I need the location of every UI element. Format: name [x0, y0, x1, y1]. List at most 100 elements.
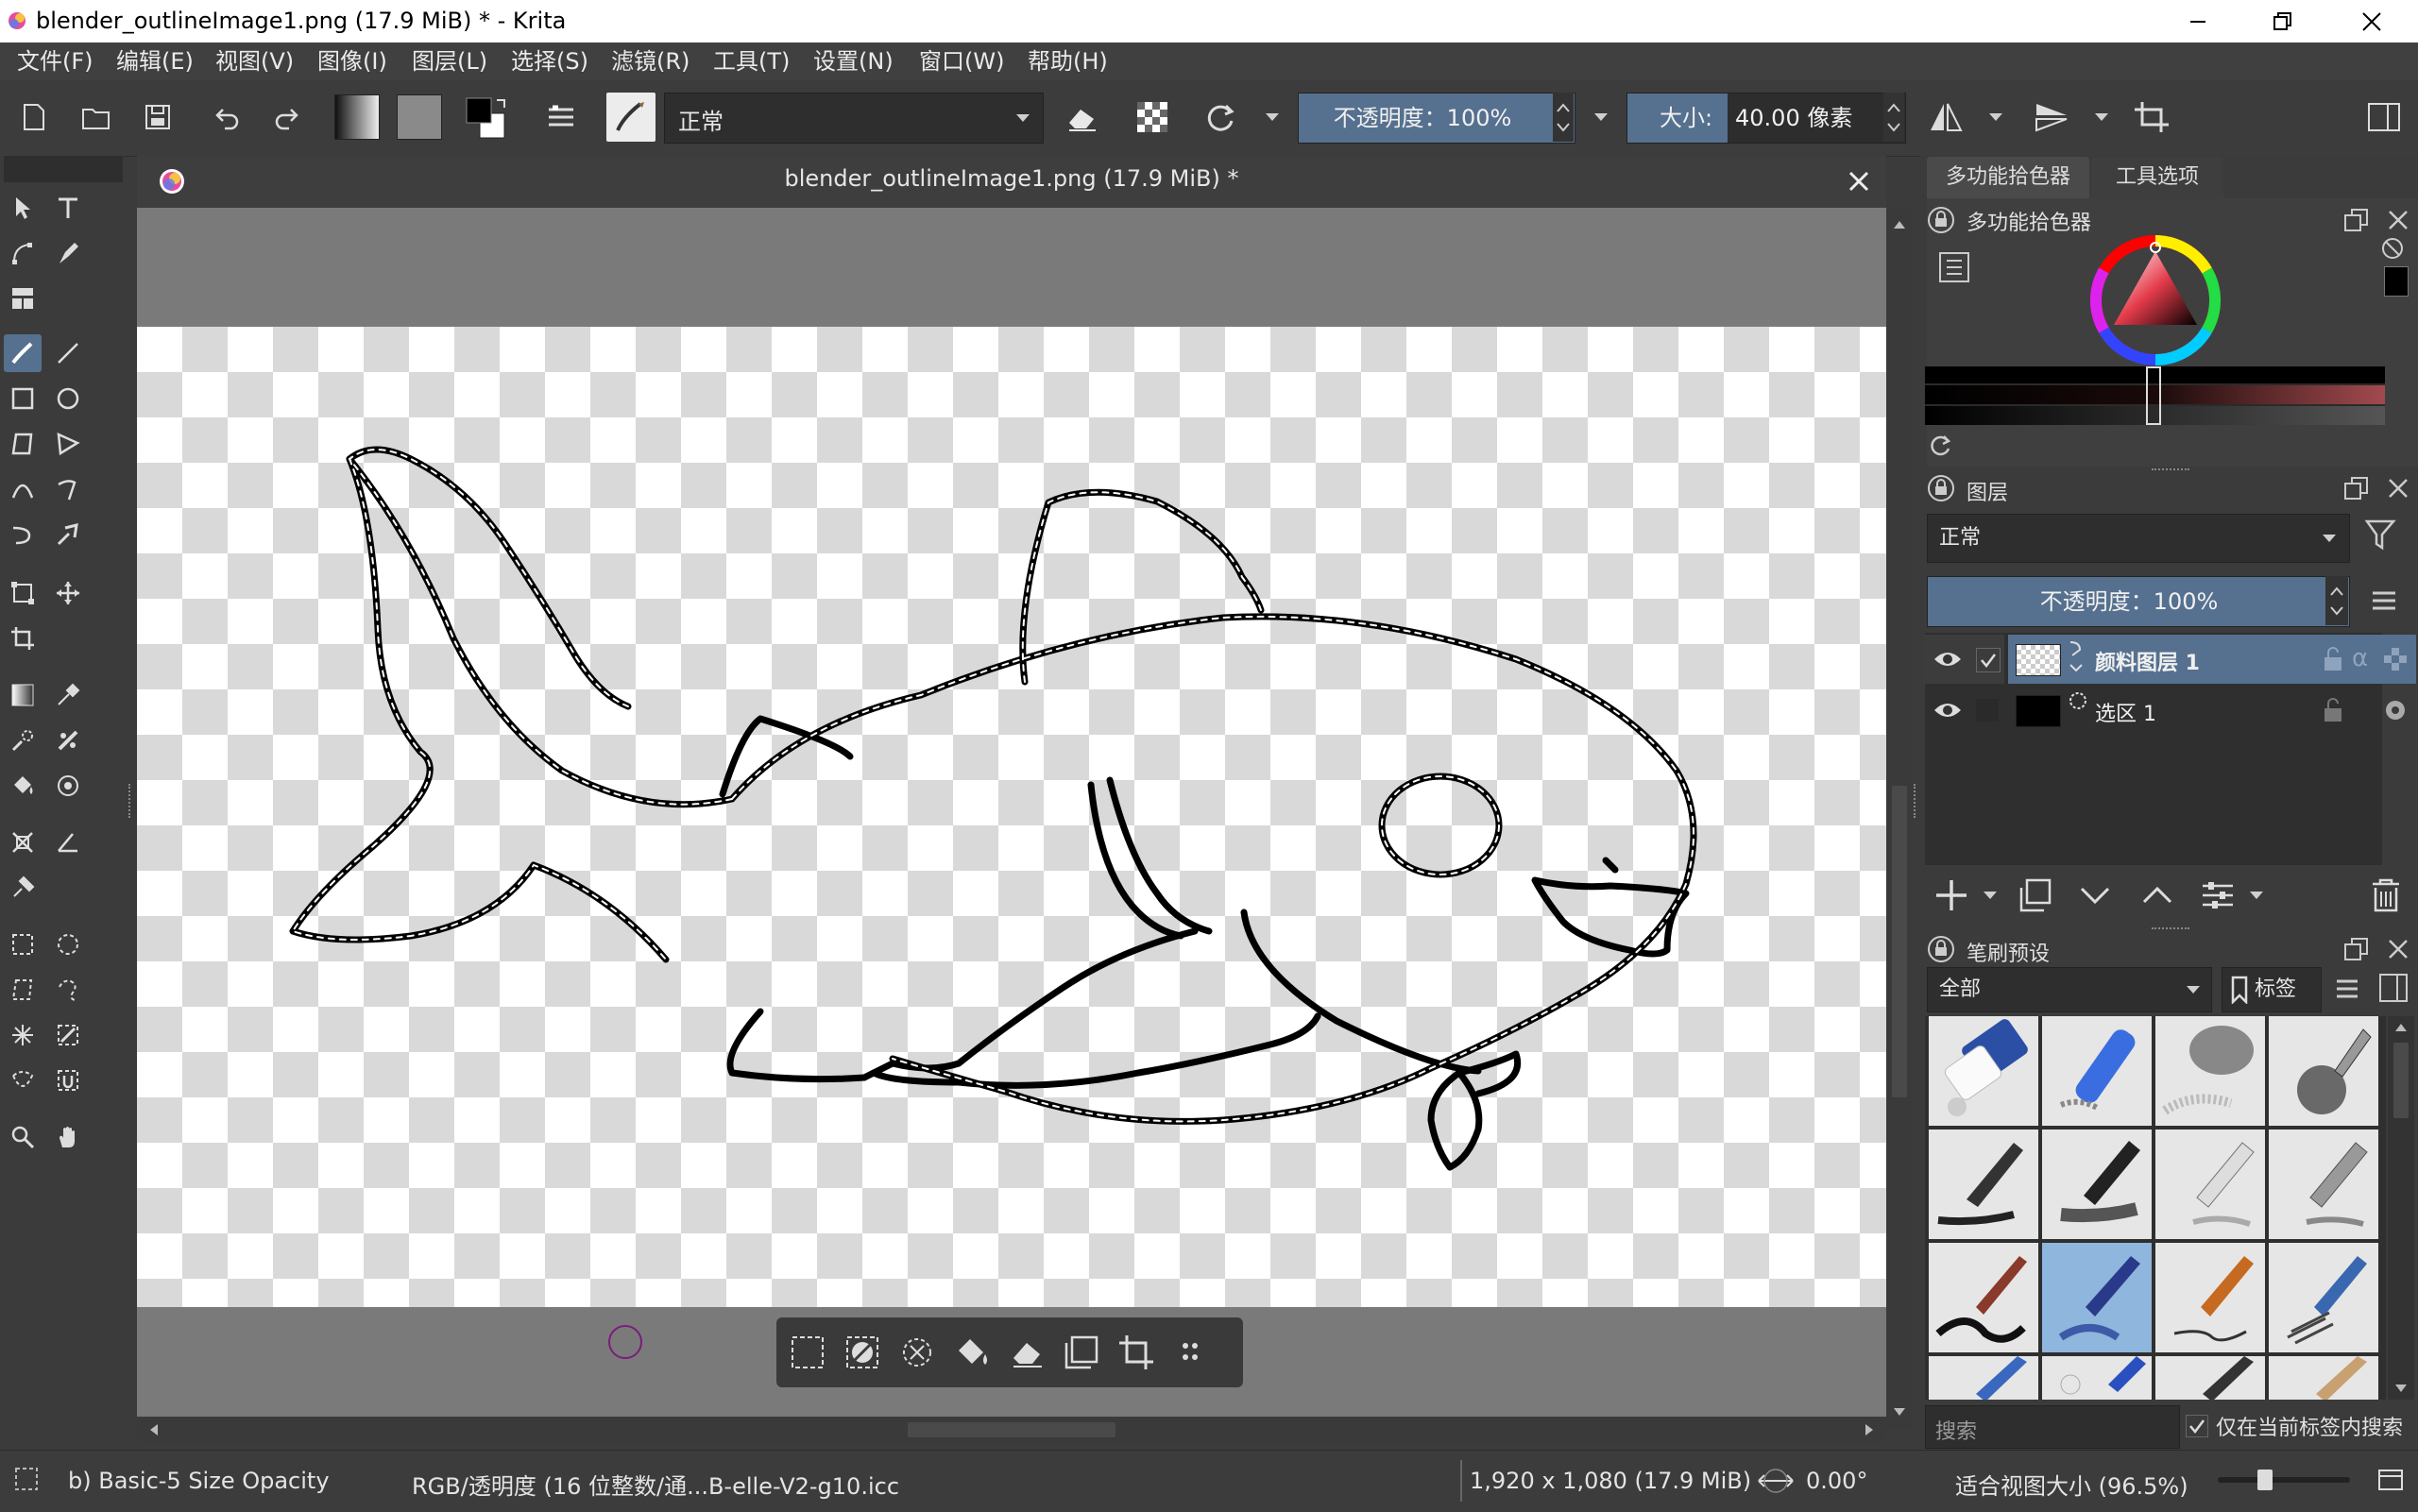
refresh-colors-icon[interactable] [1927, 433, 1953, 459]
zoom-slider-handle[interactable] [2257, 1470, 2273, 1490]
mirror-horizontal-icon[interactable] [1923, 94, 1968, 140]
float-docker-icon[interactable] [2342, 474, 2371, 502]
blend-mode-dropdown[interactable]: 正常 [664, 93, 1044, 144]
menu-select[interactable]: 选择(S) [511, 46, 588, 76]
gradient-selector-icon[interactable] [332, 93, 382, 142]
brush-preset-pencil-light[interactable] [2155, 1130, 2265, 1239]
minimize-button[interactable] [2155, 0, 2240, 42]
current-color-swatch[interactable] [2384, 266, 2409, 297]
freehand-path-tool-icon[interactable] [49, 470, 87, 508]
layer-properties-icon[interactable] [2199, 876, 2237, 914]
measure-assistant-tool-icon[interactable] [4, 824, 42, 861]
close-docker-icon[interactable] [2384, 935, 2412, 963]
wrap-around-icon[interactable] [2129, 94, 2174, 140]
similar-select-tool-icon[interactable] [49, 1016, 87, 1054]
menu-view[interactable]: 视图(V) [215, 46, 294, 76]
lock-layer-icon[interactable] [2322, 697, 2344, 723]
chevron-down-icon[interactable] [2095, 113, 2108, 121]
brush-preset-blue-pen[interactable] [1929, 1356, 2038, 1400]
freehand-brush-tool-icon[interactable] [4, 334, 42, 372]
reference-images-tool-icon[interactable] [4, 869, 42, 907]
menu-tools[interactable]: 工具(T) [713, 46, 790, 76]
smart-patch-tool-icon[interactable] [4, 280, 42, 317]
select-all-icon[interactable] [784, 1329, 831, 1376]
color-wheel[interactable] [2089, 234, 2222, 366]
image-size-status[interactable]: 1,920 x 1,080 (17.9 MiB) [1460, 1460, 1751, 1502]
drag-handle-icon[interactable] [1171, 1329, 1209, 1376]
color-history-bars[interactable] [1925, 366, 2385, 425]
fg-bg-color-swatch[interactable] [463, 93, 516, 145]
zoom-tool-icon[interactable] [4, 1118, 42, 1156]
menu-help[interactable]: 帮助(H) [1028, 46, 1108, 76]
inherit-alpha-icon[interactable] [2382, 646, 2409, 672]
menu-file[interactable]: 文件(F) [17, 46, 94, 76]
layer-row[interactable]: 颜料图层 1 α [1925, 635, 2418, 684]
brush-preset-button[interactable] [606, 93, 656, 142]
menu-window[interactable]: 窗口(W) [919, 46, 1004, 76]
preserve-alpha-icon[interactable] [1130, 94, 1175, 140]
copy-selection-icon[interactable] [1058, 1329, 1105, 1376]
brush-preset-brush-dark[interactable] [1929, 1243, 2038, 1352]
vertical-scroll-thumb[interactable] [1892, 786, 1907, 1097]
crop-tool-icon[interactable] [4, 620, 42, 657]
bezier-select-tool-icon[interactable] [4, 1062, 42, 1099]
eye-icon[interactable] [1933, 697, 1963, 723]
dock-resize-handle[interactable] [1914, 784, 1919, 818]
layer-checkbox[interactable] [1976, 699, 1999, 722]
horizontal-scrollbar[interactable] [137, 1417, 1886, 1443]
close-docker-icon[interactable] [2384, 206, 2412, 234]
lock-icon[interactable] [1927, 474, 1955, 502]
document-tab[interactable]: blender_outlineImage1.png (17.9 MiB) * [137, 156, 1886, 208]
menu-layer[interactable]: 图层(L) [412, 46, 487, 76]
calligraphy-tool-icon[interactable] [49, 234, 87, 272]
only-current-tag-checkbox[interactable] [2186, 1415, 2208, 1437]
tab-tool-options[interactable]: 工具选项 [2091, 157, 2223, 198]
menu-filter[interactable]: 滤镜(R) [611, 46, 690, 76]
color-picker-tool-icon[interactable] [49, 676, 87, 714]
deselect-icon[interactable] [839, 1329, 886, 1376]
delete-layer-icon[interactable] [2367, 876, 2405, 914]
canvas-only-icon[interactable] [2376, 1466, 2405, 1494]
layer-checkbox[interactable] [1976, 648, 2001, 672]
multibrush-tool-icon[interactable] [49, 516, 87, 553]
layer-blend-mode-dropdown[interactable]: 正常 [1927, 514, 2350, 563]
open-document-icon[interactable] [74, 94, 119, 140]
pattern-selector-icon[interactable] [395, 93, 444, 142]
assistant-tool-icon[interactable] [49, 767, 87, 805]
menu-settings[interactable]: 设置(N) [813, 46, 894, 76]
restore-button[interactable] [2240, 0, 2325, 42]
close-window-button[interactable] [2329, 0, 2414, 42]
rectangle-tool-icon[interactable] [4, 380, 42, 417]
line-tool-icon[interactable] [49, 334, 87, 372]
text-tool-icon[interactable] [49, 189, 87, 227]
measure-tool-icon[interactable] [49, 824, 87, 861]
docker-splitter[interactable] [2152, 927, 2189, 933]
opacity-spin-arrows[interactable] [1553, 93, 1574, 142]
transform-tool-icon[interactable] [4, 574, 42, 612]
brush-tag-button[interactable]: 标签 [2222, 967, 2322, 1012]
mirror-vertical-icon[interactable] [2029, 94, 2074, 140]
undo-icon[interactable] [204, 94, 249, 140]
ellipse-tool-icon[interactable] [49, 380, 87, 417]
layer-menu-icon[interactable] [2369, 586, 2401, 618]
lock-icon[interactable] [1927, 206, 1955, 234]
brush-preset-blue-eraser[interactable] [2042, 1016, 2152, 1126]
tab-advanced-color-selector[interactable]: 多功能拾色器 [1927, 157, 2089, 198]
zoom-status[interactable]: 适合视图大小 (96.5%) [1955, 1468, 2188, 1501]
polyline-tool-icon[interactable] [49, 425, 87, 463]
fill-tool-icon[interactable] [4, 767, 42, 805]
new-document-icon[interactable] [11, 94, 57, 140]
polygon-select-tool-icon[interactable] [4, 971, 42, 1009]
move-layer-down-icon[interactable] [2076, 876, 2114, 914]
brush-preset-marker[interactable] [2042, 1130, 2152, 1239]
magnetic-select-tool-icon[interactable] [49, 1062, 87, 1099]
docker-splitter[interactable] [2152, 468, 2189, 474]
brush-view-toggle-icon[interactable] [2378, 973, 2409, 1003]
rotation-icon[interactable] [1755, 1468, 1796, 1494]
save-icon[interactable] [135, 94, 180, 140]
colorize-mask-tool-icon[interactable] [4, 722, 42, 759]
lock-icon[interactable] [1927, 935, 1955, 963]
move-layer-up-icon[interactable] [2138, 876, 2176, 914]
brush-grid-scrollbar[interactable] [2388, 1016, 2414, 1400]
brush-preset-pencil-gray[interactable] [2269, 1130, 2378, 1239]
